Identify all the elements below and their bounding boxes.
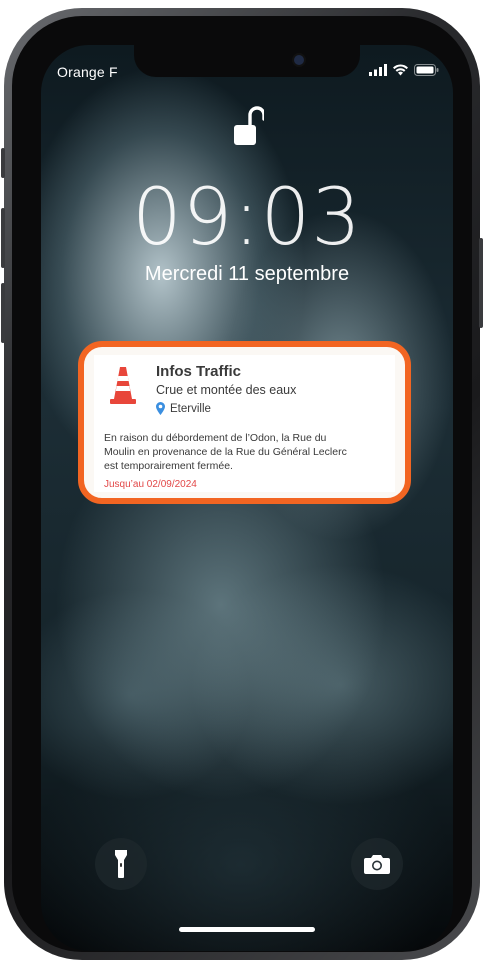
- mute-switch: [1, 148, 5, 178]
- status-icons: [369, 64, 439, 76]
- notification-location: Eterville: [156, 402, 211, 415]
- notch: [134, 45, 360, 77]
- map-pin-icon: [156, 402, 165, 415]
- notification-content: Infos Traffic Crue et montée des eaux Et…: [94, 355, 395, 492]
- flashlight-button[interactable]: [95, 838, 147, 890]
- phone-frame: Orange F 09:03 Mercredi 11 septembre Inf…: [1, 8, 483, 960]
- notification-body: En raison du débordement de l’Odon, la R…: [104, 432, 347, 472]
- battery-icon: [414, 64, 439, 76]
- volume-up-button: [1, 208, 5, 268]
- carrier-label: Orange F: [57, 64, 118, 80]
- lock-screen-time: 09:03: [132, 173, 362, 263]
- notification-title: Infos Traffic: [156, 363, 242, 380]
- camera-icon: [364, 855, 390, 874]
- volume-down-button: [1, 283, 5, 343]
- traffic-cone-icon: [110, 367, 136, 404]
- front-camera: [294, 55, 304, 65]
- cellular-signal-icon: [369, 64, 387, 76]
- side-button: [479, 238, 483, 328]
- unlocked-padlock-icon: [234, 106, 264, 145]
- notification-location-label: Eterville: [170, 402, 211, 415]
- notification-subtitle: Crue et montée des eaux: [156, 383, 297, 397]
- lock-screen: Orange F 09:03 Mercredi 11 septembre Inf…: [41, 45, 453, 951]
- home-indicator[interactable]: [179, 927, 315, 932]
- camera-button[interactable]: [351, 838, 403, 890]
- wifi-icon: [393, 64, 408, 76]
- notification-validity: Jusqu’au 02/09/2024: [104, 479, 197, 490]
- lock-screen-date: Mercredi 11 septembre: [144, 263, 350, 285]
- notification-card[interactable]: Infos Traffic Crue et montée des eaux Et…: [78, 341, 411, 504]
- flashlight-icon: [115, 850, 127, 878]
